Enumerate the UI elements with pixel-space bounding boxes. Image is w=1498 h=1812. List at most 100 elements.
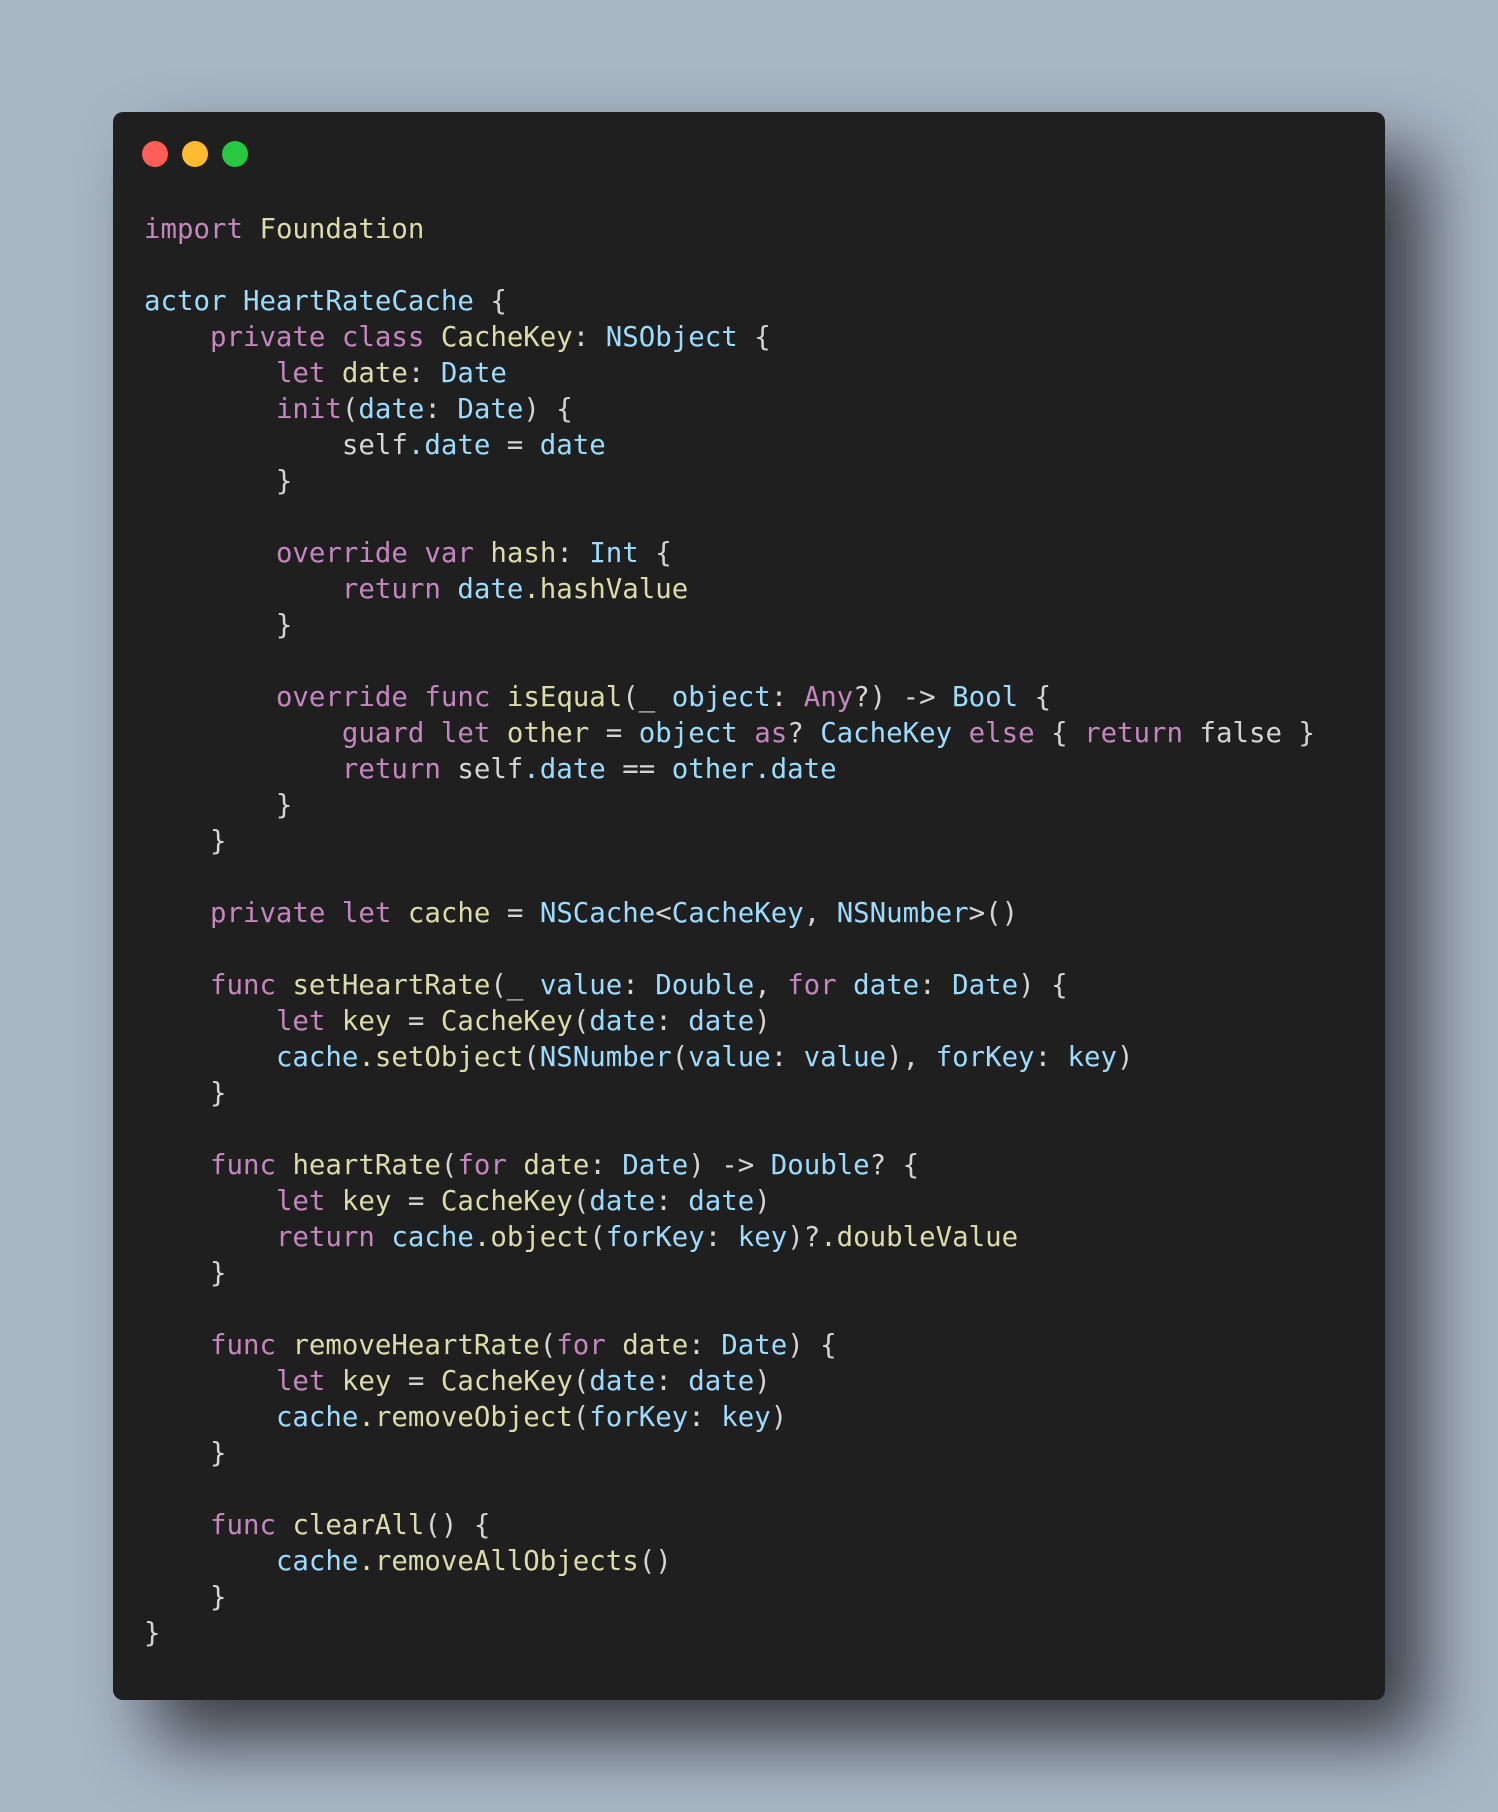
code-token: func (424, 682, 491, 713)
code-token: } (144, 466, 293, 497)
code-token: ) { (787, 1330, 837, 1361)
code-token: .setObject (358, 1042, 524, 1073)
code-token: date (589, 1006, 656, 1037)
code-line: let key = CacheKey(date: date) (144, 1184, 1315, 1220)
code-line: return self.date == other.date (144, 752, 1315, 788)
code-token: Date (622, 1150, 689, 1181)
code-token: , (803, 898, 837, 929)
code-token: ) (1117, 1042, 1134, 1073)
code-token: false } (1183, 718, 1315, 749)
code-token: : (655, 1366, 689, 1397)
code-token: : (556, 538, 590, 569)
code-line: } (144, 608, 1315, 644)
code-token: (_ (622, 682, 672, 713)
code-token: let (275, 358, 326, 389)
code-token: let (341, 898, 392, 929)
code-token: ( (341, 394, 359, 425)
code-token: : (770, 1042, 804, 1073)
code-token: == (605, 754, 672, 785)
code-token: () { (424, 1510, 491, 1541)
code-token: Double (770, 1150, 870, 1181)
code-token: func (209, 1510, 276, 1541)
code-token: { (737, 322, 771, 353)
code-token: ) { (1018, 970, 1068, 1001)
code-token: : (688, 1402, 722, 1433)
code-token: Foundation (259, 214, 425, 245)
code-window: import Foundation actor HeartRateCache { … (113, 112, 1385, 1700)
code-line: override var hash: Int { (144, 536, 1315, 572)
code-token: forKey (935, 1042, 1035, 1073)
zoom-button[interactable] (222, 141, 248, 167)
code-token: ( (671, 1042, 689, 1073)
code-token: .hashValue (523, 574, 689, 605)
code-token: isEqual (506, 682, 623, 713)
code-token: Date (952, 970, 1019, 1001)
close-button[interactable] (142, 141, 168, 167)
code-line: } (144, 1436, 1315, 1472)
code-line: return date.hashValue (144, 572, 1315, 608)
code-token: Date (721, 1330, 788, 1361)
code-token: .object (473, 1222, 590, 1253)
code-token: let (275, 1186, 326, 1217)
code-line: private class CacheKey: NSObject { (144, 320, 1315, 356)
code-token: : (572, 322, 606, 353)
code-token: .removeAllObjects (358, 1546, 639, 1577)
window-controls (142, 141, 248, 167)
code-block: import Foundation actor HeartRateCache { … (144, 212, 1315, 1652)
code-line: guard let other = object as? CacheKey el… (144, 716, 1315, 752)
code-token: key (737, 1222, 788, 1253)
code-line: override func isEqual(_ object: Any?) ->… (144, 680, 1315, 716)
code-token: ? { (869, 1150, 920, 1181)
code-token: ( (572, 1402, 590, 1433)
code-token: : (688, 1330, 722, 1361)
code-token: var (424, 538, 474, 569)
code-token: heartRate (292, 1150, 441, 1181)
code-token: .removeObject (358, 1402, 573, 1433)
code-token: )? (787, 1222, 821, 1253)
code-token: : (655, 1006, 689, 1037)
code-token: { (473, 286, 507, 317)
code-token: : (1034, 1042, 1068, 1073)
code-token: = (391, 1006, 441, 1037)
code-token: return (1084, 718, 1184, 749)
code-token: date (853, 970, 920, 1001)
code-token: forKey (605, 1222, 705, 1253)
code-token: func (209, 1150, 276, 1181)
code-token: } (144, 1258, 227, 1289)
code-token: key (721, 1402, 771, 1433)
code-token: .date (754, 754, 837, 785)
code-token: date (622, 1330, 689, 1361)
code-line: func heartRate(for date: Date) -> Double… (144, 1148, 1315, 1184)
code-token: Double (655, 970, 755, 1001)
code-token: date (688, 1006, 755, 1037)
code-token: .doubleValue (820, 1222, 1019, 1253)
code-token: .date (407, 430, 491, 461)
code-token: NSCache (539, 898, 656, 929)
code-token: let (275, 1366, 326, 1397)
code-line: cache.removeAllObjects() (144, 1544, 1315, 1580)
code-token: (_ (490, 970, 540, 1001)
code-token: CacheKey (671, 898, 804, 929)
code-token: value (688, 1042, 771, 1073)
code-line: } (144, 464, 1315, 500)
code-token: as (754, 718, 788, 749)
code-token: ) (754, 1366, 771, 1397)
minimize-button[interactable] (182, 141, 208, 167)
code-token: date (457, 574, 524, 605)
code-token: NSObject (605, 322, 738, 353)
